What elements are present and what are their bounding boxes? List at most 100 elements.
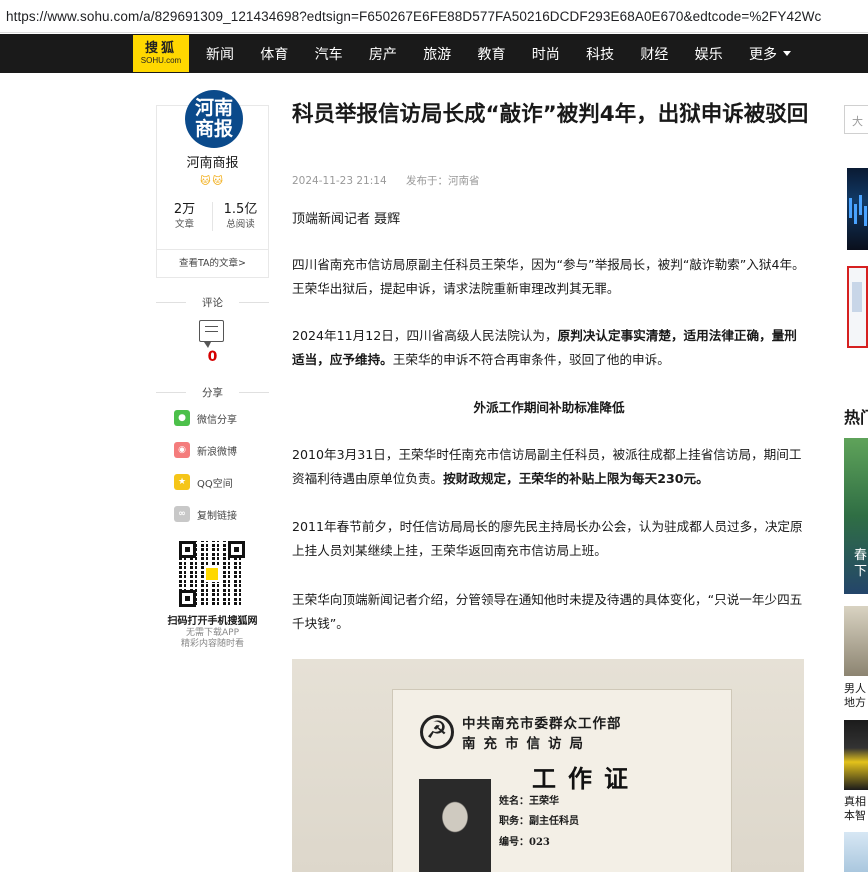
nav-item-travel[interactable]: 旅游 xyxy=(423,44,451,64)
paragraph-4: 2011年春节前夕，时任信访局局长的廖先民主持局长办公会，认为驻成都人员过多，决… xyxy=(292,519,803,558)
nav-item-house[interactable]: 房产 xyxy=(369,44,397,64)
paragraph-3: 2010年3月31日，王荣华时任南充市信访局副主任科员，被派往成都上挂省信访局，… xyxy=(292,443,806,491)
sidebar-ad-image-2[interactable] xyxy=(847,266,868,348)
article-subheading: 外派工作期间补助标准降低 xyxy=(473,400,625,415)
nav-item-news[interactable]: 新闻 xyxy=(206,44,234,64)
share-copy-link[interactable]: ∞ 复制链接 xyxy=(174,505,237,523)
share-qzone-label: QQ空间 xyxy=(197,478,233,490)
hot-item-3-title[interactable]: 真相 本智 xyxy=(844,795,866,823)
wechat-icon: ● xyxy=(174,410,190,426)
articles-count: 2万 xyxy=(173,202,196,217)
paragraph-2: 2024年11月12日，四川省高级人民法院认为，原判决认定事实清楚，适用法律正确… xyxy=(292,324,806,372)
hot-section-title: 热门 xyxy=(844,408,868,427)
nav-more-label: 更多 xyxy=(748,46,777,63)
address-bar[interactable]: https://www.sohu.com/a/829691309_1214346… xyxy=(0,0,868,33)
qr-finder-bl xyxy=(179,590,196,607)
photo-post-field: 职务：副主任科员 xyxy=(499,816,579,827)
avatar-line1: 河南 xyxy=(194,97,233,119)
url-prefix: https://www. xyxy=(6,8,80,24)
logo-en: SOHU.com xyxy=(140,55,182,65)
hot-item-1-caption-l2: 下 xyxy=(854,564,868,579)
comment-icon[interactable] xyxy=(199,320,224,348)
photo-num-field: 编号：023 xyxy=(499,837,550,848)
share-qzone[interactable]: ★ QQ空间 xyxy=(174,473,233,491)
comment-section-label: 评论 xyxy=(156,295,269,309)
hot-item-2-title-l1: 男人 xyxy=(844,682,866,695)
qzone-icon: ★ xyxy=(174,474,190,490)
photo-card-title: 工作证 xyxy=(532,764,640,793)
stat-reads: 1.5亿 总阅读 xyxy=(212,202,268,231)
share-wechat[interactable]: ● 微信分享 xyxy=(174,409,237,427)
author-badges: 🐱🐱 xyxy=(200,176,225,187)
see-all-articles-link[interactable]: 查看TA的文章> xyxy=(157,249,268,277)
article-location: 发布于：河南省 xyxy=(405,175,480,187)
nav-items: 新闻 体育 汽车 房产 旅游 教育 时尚 科技 财经 娱乐 更多 xyxy=(206,34,817,73)
qr-finder-tr xyxy=(228,541,245,558)
caret-down-icon xyxy=(782,51,791,56)
nav-item-tech[interactable]: 科技 xyxy=(586,44,614,64)
top-nav: 搜狐 SOHU.com 新闻 体育 汽车 房产 旅游 教育 时尚 科技 财经 娱… xyxy=(0,34,868,73)
paragraph-5: 王荣华向顶端新闻记者介绍，分管领导在通知他时未提及待遇的具体变化，“只说一年少四… xyxy=(292,592,803,631)
article-meta: 2024-11-23 21:14 发布于：河南省 xyxy=(292,173,479,188)
nav-item-entertainment[interactable]: 娱乐 xyxy=(695,44,723,64)
nav-more[interactable]: 更多 xyxy=(749,44,791,64)
share-weibo[interactable]: ◉ 新浪微博 xyxy=(174,441,237,459)
stat-articles: 2万 文章 xyxy=(157,202,212,231)
weibo-icon: ◉ xyxy=(174,442,190,458)
hot-item-2-title[interactable]: 男人 地方 xyxy=(844,682,866,710)
hot-item-1-caption-l1: 春 xyxy=(854,548,868,563)
paragraph-2-c: 王荣华的申诉不符合再审条件，驳回了他的申诉。 xyxy=(392,352,670,367)
hot-item-4-image[interactable] xyxy=(844,832,868,872)
article-byline: 顶端新闻记者 聂辉 xyxy=(292,212,401,227)
nav-item-fashion[interactable]: 时尚 xyxy=(532,44,560,64)
nav-item-auto[interactable]: 汽车 xyxy=(315,44,343,64)
search-input[interactable]: 大 xyxy=(844,105,868,134)
logo-cn: 搜狐 xyxy=(144,40,177,56)
url-host: sohu.com xyxy=(79,8,140,24)
article-title: 科员举报信访局长成“敲诈”被判4年，出狱申诉被驳回 xyxy=(292,102,809,127)
qr-sub2: 精彩内容随时看 xyxy=(180,639,244,649)
qr-center-logo xyxy=(204,566,220,582)
share-weibo-label: 新浪微博 xyxy=(197,446,237,458)
hot-item-3-image[interactable] xyxy=(844,720,868,790)
share-wechat-label: 微信分享 xyxy=(197,414,237,426)
url-text[interactable]: https://www.sohu.com/a/829691309_1214346… xyxy=(6,9,821,24)
sidebar-ad-image-1[interactable] xyxy=(847,168,868,250)
author-name[interactable]: 河南商报 xyxy=(157,152,268,171)
party-emblem-icon xyxy=(420,715,454,749)
nav-item-sports[interactable]: 体育 xyxy=(260,44,288,64)
reads-label: 总阅读 xyxy=(226,219,255,230)
nav-item-finance[interactable]: 财经 xyxy=(640,44,668,64)
hot-item-2-image[interactable] xyxy=(844,606,868,676)
hot-item-3-title-l2: 本智 xyxy=(844,809,866,822)
paragraph-1: 四川省南充市信访局原副主任科员王荣华，因为“参与”举报局长，被判“敲诈勒索”入狱… xyxy=(292,257,805,296)
link-icon: ∞ xyxy=(174,506,190,522)
photo-org2: 南充市信访局 xyxy=(462,736,591,752)
reads-count: 1.5亿 xyxy=(223,202,258,217)
qr-finder-tl xyxy=(179,541,196,558)
share-copy-link-label: 复制链接 xyxy=(197,510,237,522)
paragraph-2-a: 2024年11月12日，四川省高级人民法院认为， xyxy=(292,328,558,343)
nav-item-education[interactable]: 教育 xyxy=(477,44,505,64)
article-date: 2024-11-23 21:14 xyxy=(292,175,387,187)
article-photo-work-id[interactable]: 中共南充市委群众工作部 南充市信访局 工作证 姓名：王荣华 职务：副主任科员 编… xyxy=(292,659,804,872)
author-card: 河南 商报 河南商报 🐱🐱 2万 文章 1.5亿 总阅读 查看TA的文章> xyxy=(156,90,269,278)
hot-item-2-title-l2: 地方 xyxy=(844,696,866,709)
qr-sub1: 无需下载APP xyxy=(185,628,239,638)
comment-count[interactable]: 0 xyxy=(156,349,269,365)
sohu-logo[interactable]: 搜狐 SOHU.com xyxy=(133,35,189,72)
qr-caption: 扫码打开手机搜狐网 xyxy=(167,616,258,627)
hot-item-1-caption: 春 下 xyxy=(854,548,867,580)
share-section-label: 分享 xyxy=(156,385,269,399)
author-stats: 2万 文章 1.5亿 总阅读 xyxy=(157,202,268,231)
qr-subcaption: 无需下载APP 精彩内容随时看 xyxy=(156,628,269,650)
avatar-line2: 商报 xyxy=(194,118,233,140)
hot-item-3-title-l1: 真相 xyxy=(844,795,866,808)
qr-code xyxy=(179,541,245,607)
url-rest: /a/829691309_121434698?edtsign=F650267E6… xyxy=(139,8,822,24)
hot-item-1-image[interactable]: 春 下 xyxy=(844,438,868,594)
author-avatar[interactable]: 河南 商报 xyxy=(185,90,243,148)
id-portrait xyxy=(419,779,491,872)
articles-label: 文章 xyxy=(174,219,194,230)
photo-org1: 中共南充市委群众工作部 xyxy=(462,716,622,732)
